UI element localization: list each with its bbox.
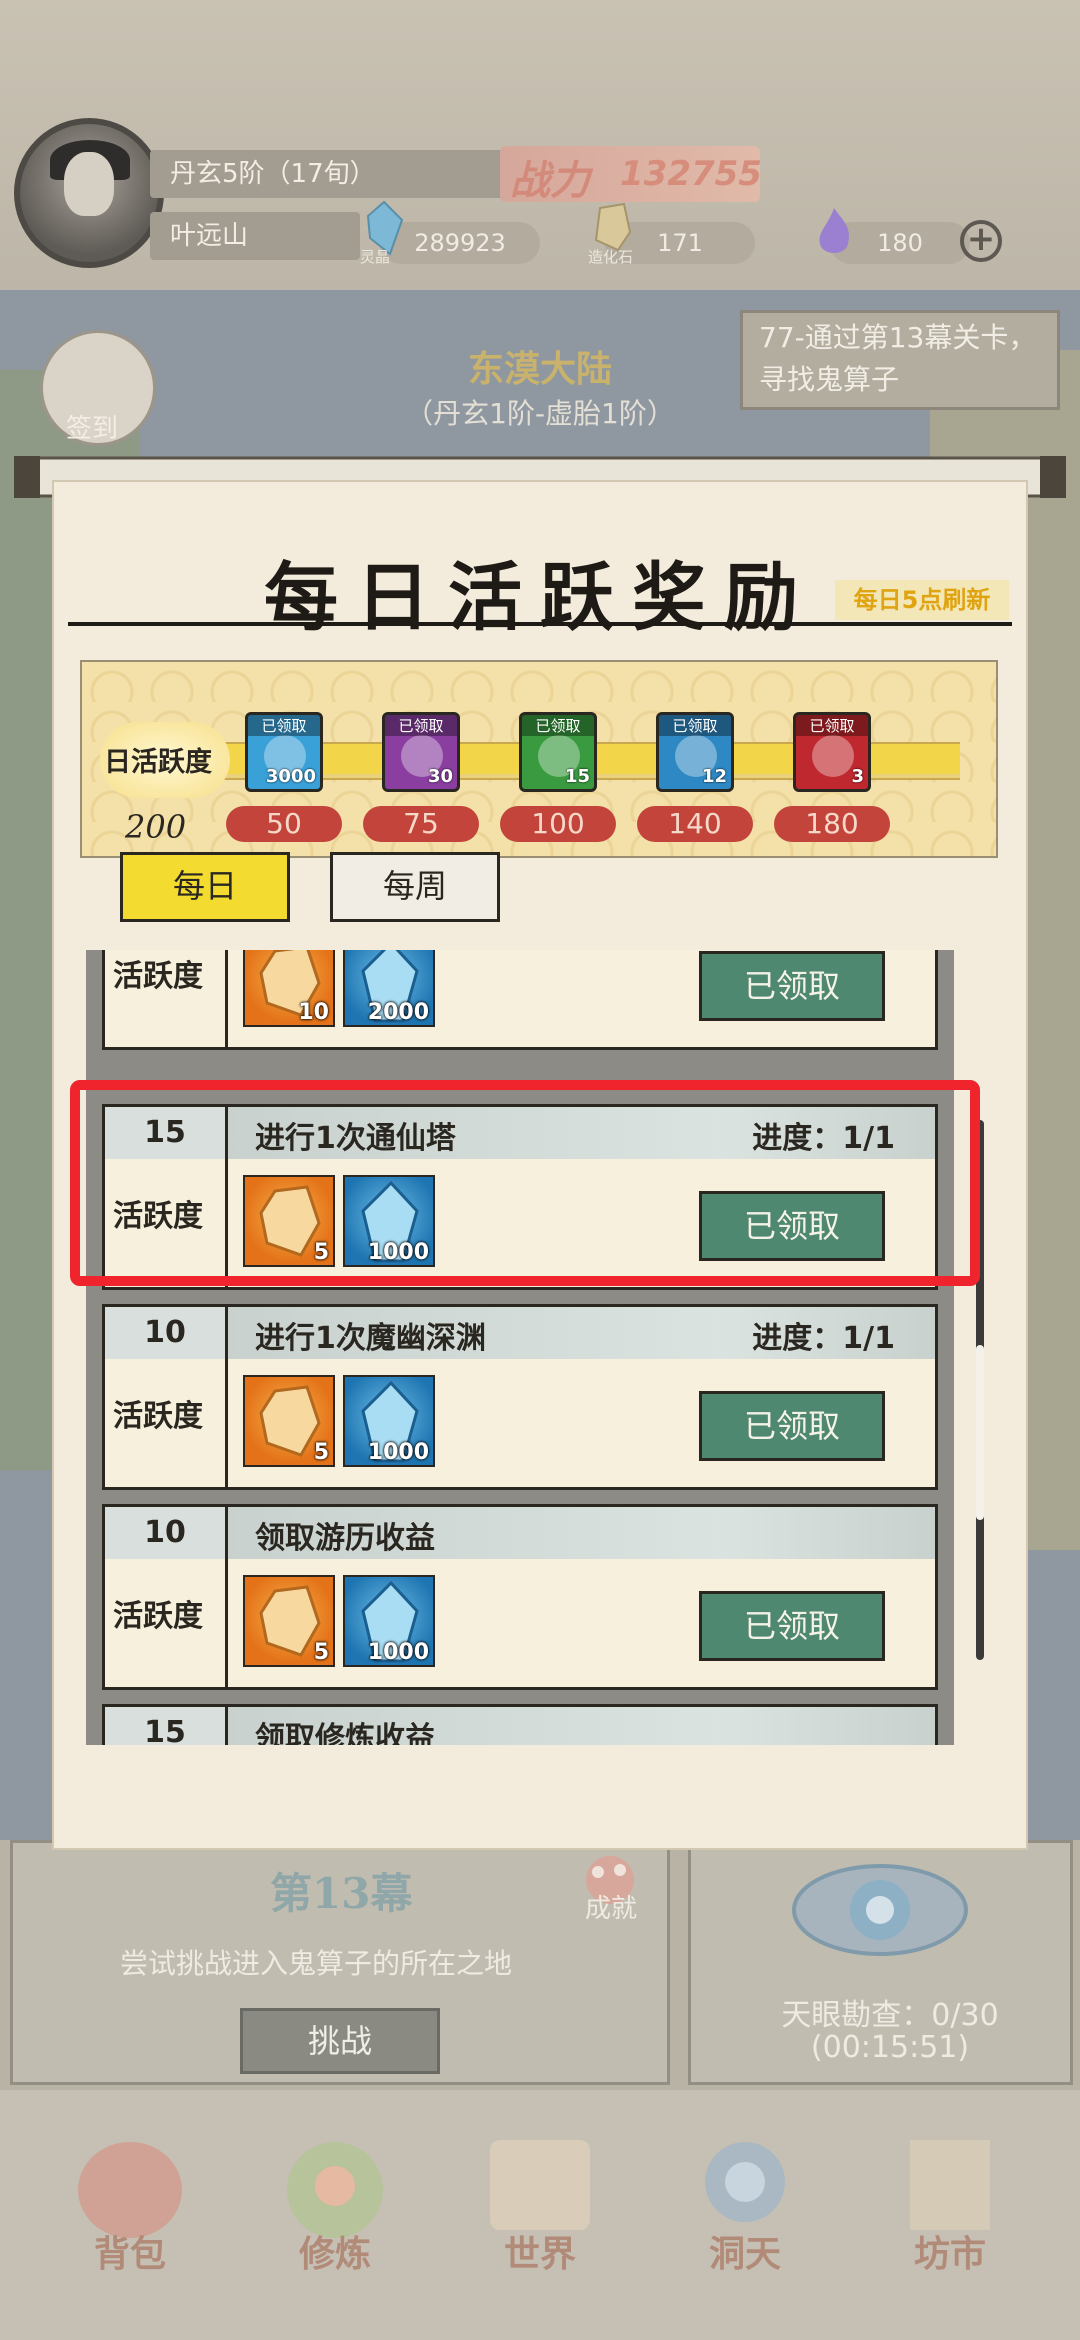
task-list[interactable]: 活跃度 10 2000 已领取 15 进行1次通仙塔 进度：1/1 活跃度 5 1000 已领取 10… bbox=[86, 950, 954, 1745]
chest-quantity: 30 bbox=[427, 766, 453, 787]
task-row: 10 进行1次魔幽深渊 进度：1/1 活跃度 5 1000 已领取 bbox=[102, 1304, 938, 1490]
player-name: 叶远山 bbox=[150, 212, 360, 260]
purple-flame-icon bbox=[819, 208, 849, 253]
reward-quantity: 2000 bbox=[367, 1000, 429, 1025]
task-name: 领取游历收益 bbox=[255, 1521, 435, 1556]
stage-title: 第13幕 bbox=[270, 1869, 413, 1918]
title-underline bbox=[68, 622, 1012, 626]
power-value: 132755 bbox=[620, 154, 762, 194]
scrollbar-thumb[interactable] bbox=[976, 1345, 984, 1520]
nav-cultivate[interactable]: 修炼 bbox=[265, 2225, 405, 2277]
tab-weekly[interactable]: 每周 bbox=[330, 852, 500, 922]
transform-stone-reward[interactable]: 5 bbox=[243, 1375, 335, 1467]
chest-claimed-label: 已领取 bbox=[522, 715, 594, 736]
task-points: 10 bbox=[105, 1307, 228, 1359]
spirit-crystal-reward[interactable]: 1000 bbox=[343, 1375, 435, 1467]
chest-claimed-label: 已领取 bbox=[659, 715, 731, 736]
nav-backpack[interactable]: 背包 bbox=[60, 2225, 200, 2277]
sign-in-label: 签到 bbox=[66, 414, 119, 444]
reward-chest[interactable]: 已领取 3 bbox=[793, 712, 871, 792]
chest-claimed-label: 已领取 bbox=[796, 715, 868, 736]
transform-stone-label: 造化石 bbox=[588, 248, 634, 266]
nav-market[interactable]: 坊市 bbox=[880, 2225, 1020, 2277]
achievement-label: 成就 bbox=[585, 1894, 638, 1924]
task-activity-label: 活跃度 bbox=[113, 1399, 203, 1434]
chest-claimed-label: 已领取 bbox=[385, 715, 457, 736]
reward-quantity: 1000 bbox=[367, 1440, 429, 1465]
chest-threshold: 140 bbox=[637, 806, 753, 842]
chest-threshold: 75 bbox=[363, 806, 479, 842]
region-title: 东漠大陆 bbox=[467, 349, 612, 390]
player-avatar[interactable] bbox=[14, 118, 164, 268]
task-divider bbox=[225, 1359, 228, 1487]
sky-eye-icon[interactable] bbox=[790, 1850, 970, 1970]
red-dragon-reward-icon bbox=[812, 735, 854, 777]
task-row: 15领取修炼收益活跃度 bbox=[102, 1704, 938, 1745]
spirit-crystal-label: 灵晶 bbox=[360, 248, 391, 266]
task-activity-label: 活跃度 bbox=[113, 959, 203, 994]
sky-eye-timer: (00:15:51) bbox=[810, 2030, 970, 2065]
region-subtitle: （丹玄1阶-虚胎1阶） bbox=[405, 397, 675, 430]
reward-chest[interactable]: 已领取 30 bbox=[382, 712, 460, 792]
nav-cave[interactable]: 洞天 bbox=[675, 2225, 815, 2277]
transform-stone-reward[interactable]: 5 bbox=[243, 1575, 335, 1667]
reward-chest[interactable]: 已领取 15 bbox=[519, 712, 597, 792]
quest-tracker[interactable]: 77-通过第13幕关卡，寻找鬼算子 bbox=[740, 310, 1060, 410]
task-points: 10 bbox=[105, 1507, 228, 1559]
chest-quantity: 3000 bbox=[265, 766, 316, 787]
activity-label: 日活跃度 bbox=[104, 747, 212, 778]
stage-description: 尝试挑战进入鬼算子的所在之地 bbox=[120, 1947, 513, 1980]
sky-eye-count: 天眼勘查：0/30 bbox=[781, 1998, 999, 2033]
chest-claimed-label: 已领取 bbox=[248, 715, 320, 736]
spirit-crystal-reward[interactable]: 1000 bbox=[343, 1575, 435, 1667]
nav-world[interactable]: 世界 bbox=[470, 2225, 610, 2277]
tab-daily[interactable]: 每日 bbox=[120, 852, 290, 922]
spirit-crystal-reward[interactable]: 2000 bbox=[343, 950, 435, 1027]
task-name: 进行1次魔幽深渊 bbox=[255, 1321, 486, 1356]
power-label: 战力 bbox=[510, 157, 590, 204]
challenge-button[interactable]: 挑战 bbox=[240, 2008, 440, 2074]
task-row: 10 领取游历收益活跃度 5 1000 已领取 bbox=[102, 1504, 938, 1690]
task-points: 15 bbox=[105, 1707, 228, 1745]
chest-quantity: 3 bbox=[851, 766, 864, 787]
claimed-button[interactable]: 已领取 bbox=[699, 1391, 885, 1461]
reward-chest[interactable]: 已领取 3000 bbox=[245, 712, 323, 792]
transform-stone-reward[interactable]: 10 bbox=[243, 950, 335, 1027]
task-row: 活跃度 10 2000 已领取 bbox=[102, 950, 938, 1050]
claimed-button[interactable]: 已领取 bbox=[699, 951, 885, 1021]
chest-quantity: 15 bbox=[564, 766, 590, 787]
chest-threshold: 180 bbox=[774, 806, 890, 842]
chest-threshold: 100 bbox=[500, 806, 616, 842]
reward-quantity: 1000 bbox=[367, 1640, 429, 1665]
highlight-frame bbox=[70, 1080, 980, 1286]
task-name: 领取修炼收益 bbox=[255, 1721, 435, 1745]
reward-quantity: 5 bbox=[313, 1440, 329, 1465]
reward-quantity: 10 bbox=[298, 1000, 329, 1025]
chest-threshold: 50 bbox=[226, 806, 342, 842]
add-resource-button[interactable]: + bbox=[960, 220, 1002, 262]
refresh-note: 每日5点刷新 bbox=[835, 580, 1009, 620]
task-progress: 进度：1/1 bbox=[752, 1321, 895, 1356]
task-activity-label: 活跃度 bbox=[113, 1599, 203, 1634]
claimed-button[interactable]: 已领取 bbox=[699, 1591, 885, 1661]
reward-quantity: 5 bbox=[313, 1640, 329, 1665]
activity-value: 200 bbox=[125, 808, 187, 846]
task-divider bbox=[225, 1559, 228, 1687]
task-divider bbox=[225, 950, 228, 1047]
chest-quantity: 12 bbox=[701, 766, 727, 787]
player-rank: 丹玄5阶（17旬） bbox=[150, 150, 520, 198]
reward-chest[interactable]: 已领取 12 bbox=[656, 712, 734, 792]
